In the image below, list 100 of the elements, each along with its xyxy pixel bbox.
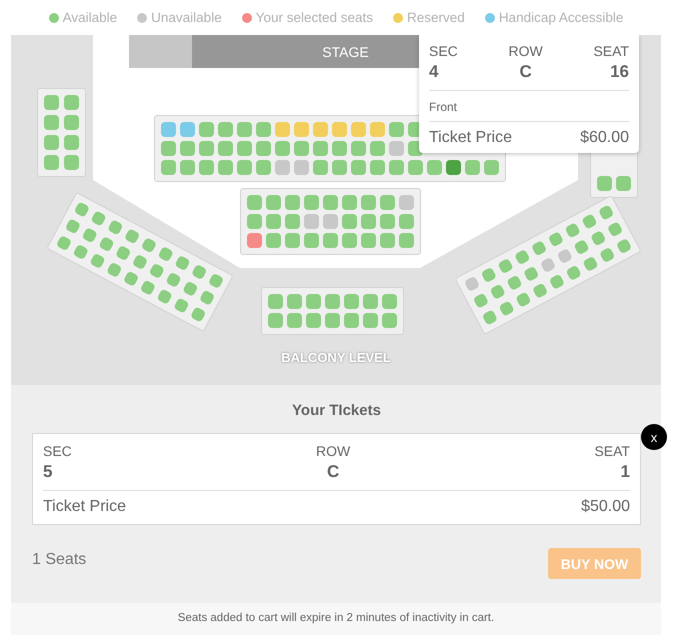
available-seat[interactable]	[484, 160, 499, 175]
available-seat[interactable]	[90, 210, 107, 227]
available-seat[interactable]	[268, 313, 283, 328]
available-seat[interactable]	[161, 160, 176, 175]
available-seat[interactable]	[323, 233, 338, 248]
available-seat[interactable]	[408, 160, 423, 175]
unavailable-seat[interactable]	[323, 214, 338, 229]
available-seat[interactable]	[304, 233, 319, 248]
available-seat[interactable]	[325, 294, 340, 309]
available-seat[interactable]	[218, 160, 233, 175]
available-seat[interactable]	[344, 313, 359, 328]
available-seat[interactable]	[581, 213, 598, 230]
available-seat[interactable]	[616, 238, 632, 254]
unavailable-seat[interactable]	[275, 160, 290, 175]
available-seat[interactable]	[514, 249, 530, 266]
available-seat[interactable]	[156, 288, 173, 305]
available-seat[interactable]	[382, 294, 397, 309]
available-seat[interactable]	[174, 254, 191, 272]
available-seat[interactable]	[597, 176, 612, 191]
unavailable-seat[interactable]	[556, 248, 573, 264]
available-seat[interactable]	[306, 313, 321, 328]
available-seat[interactable]	[247, 214, 262, 229]
available-seat[interactable]	[548, 231, 564, 248]
available-seat[interactable]	[344, 294, 359, 309]
available-seat[interactable]	[313, 160, 328, 175]
available-seat[interactable]	[532, 282, 548, 299]
available-seat[interactable]	[285, 233, 300, 248]
available-seat[interactable]	[98, 236, 115, 252]
available-seat[interactable]	[361, 195, 376, 210]
available-seat[interactable]	[89, 252, 106, 270]
available-seat[interactable]	[304, 195, 319, 210]
available-seat[interactable]	[306, 294, 321, 309]
available-seat[interactable]	[266, 214, 281, 229]
available-seat[interactable]	[44, 95, 59, 110]
available-seat[interactable]	[616, 176, 631, 191]
available-seat[interactable]	[44, 115, 59, 130]
available-seat[interactable]	[370, 141, 385, 156]
unavailable-seat[interactable]	[464, 276, 480, 292]
available-seat[interactable]	[132, 254, 148, 270]
available-seat[interactable]	[266, 233, 281, 248]
selected-seat[interactable]	[247, 233, 262, 248]
available-seat[interactable]	[332, 160, 347, 175]
available-seat[interactable]	[382, 313, 397, 328]
available-seat[interactable]	[158, 246, 174, 262]
available-seat[interactable]	[515, 292, 532, 308]
available-seat[interactable]	[566, 264, 582, 281]
available-seat[interactable]	[325, 313, 340, 328]
available-seat[interactable]	[64, 218, 81, 234]
highlighted-seat[interactable]	[446, 160, 461, 175]
available-seat[interactable]	[399, 233, 414, 248]
available-seat[interactable]	[380, 233, 395, 248]
available-seat[interactable]	[180, 141, 195, 156]
available-seat[interactable]	[342, 214, 357, 229]
unavailable-seat[interactable]	[540, 256, 556, 274]
available-seat[interactable]	[106, 262, 122, 278]
available-seat[interactable]	[564, 222, 581, 238]
available-seat[interactable]	[140, 280, 156, 296]
reserved-seat[interactable]	[370, 122, 385, 137]
available-seat[interactable]	[523, 266, 540, 282]
available-seat[interactable]	[208, 272, 224, 290]
available-seat[interactable]	[237, 122, 252, 137]
available-seat[interactable]	[140, 237, 158, 254]
unavailable-seat[interactable]	[304, 214, 319, 229]
available-seat[interactable]	[275, 141, 290, 156]
available-seat[interactable]	[530, 240, 548, 256]
available-seat[interactable]	[285, 214, 300, 229]
available-seat[interactable]	[107, 219, 124, 236]
available-seat[interactable]	[173, 297, 190, 314]
available-seat[interactable]	[44, 155, 59, 170]
available-seat[interactable]	[165, 272, 182, 288]
reserved-seat[interactable]	[313, 122, 328, 137]
reserved-seat[interactable]	[275, 122, 290, 137]
available-seat[interactable]	[582, 256, 599, 272]
available-seat[interactable]	[122, 270, 140, 287]
available-seat[interactable]	[361, 214, 376, 229]
unavailable-seat[interactable]	[389, 141, 404, 156]
available-seat[interactable]	[64, 135, 79, 150]
available-seat[interactable]	[380, 214, 395, 229]
accessible-seat[interactable]	[161, 122, 176, 137]
available-seat[interactable]	[399, 214, 414, 229]
available-seat[interactable]	[342, 233, 357, 248]
available-seat[interactable]	[256, 160, 271, 175]
available-seat[interactable]	[472, 292, 489, 309]
available-seat[interactable]	[287, 294, 302, 309]
available-seat[interactable]	[182, 280, 198, 297]
available-seat[interactable]	[256, 122, 271, 137]
available-seat[interactable]	[294, 141, 309, 156]
available-seat[interactable]	[148, 262, 165, 280]
available-seat[interactable]	[247, 195, 262, 210]
available-seat[interactable]	[482, 309, 498, 326]
reserved-seat[interactable]	[351, 122, 366, 137]
available-seat[interactable]	[498, 300, 515, 317]
available-seat[interactable]	[64, 115, 79, 130]
available-seat[interactable]	[82, 227, 98, 244]
available-seat[interactable]	[506, 274, 523, 291]
available-seat[interactable]	[287, 313, 302, 328]
available-seat[interactable]	[323, 195, 338, 210]
available-seat[interactable]	[72, 244, 89, 260]
unavailable-seat[interactable]	[294, 160, 309, 175]
available-seat[interactable]	[480, 266, 497, 284]
